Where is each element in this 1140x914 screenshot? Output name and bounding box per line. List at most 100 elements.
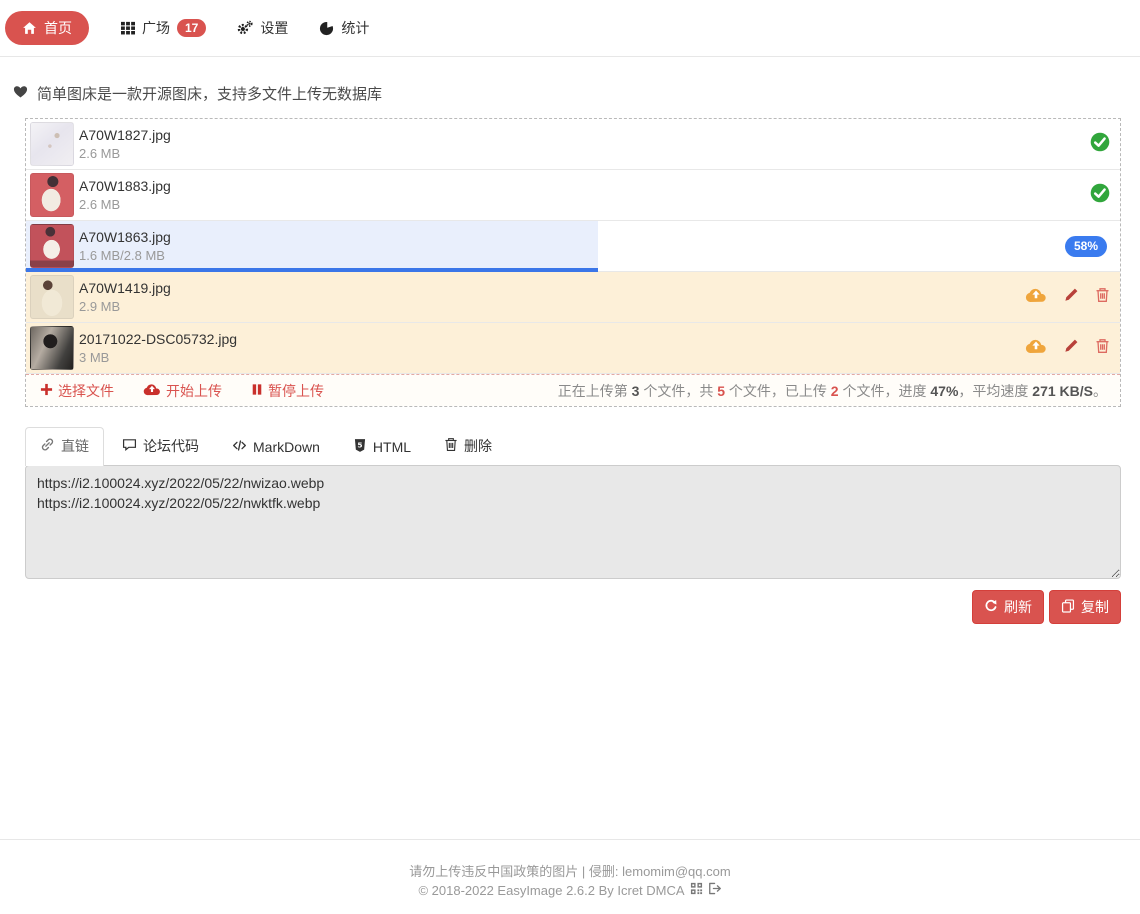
grid-icon bbox=[121, 21, 135, 35]
nav-item-settings[interactable]: 设置 bbox=[237, 18, 288, 38]
refresh-label: 刷新 bbox=[1004, 597, 1032, 617]
file-size: 2.9 MB bbox=[79, 298, 1025, 316]
pie-chart-icon bbox=[319, 21, 334, 36]
edit-pencil-icon[interactable] bbox=[1063, 287, 1079, 308]
file-size: 1.6 MB/2.8 MB bbox=[79, 247, 1065, 265]
tab-forum-code-label: 论坛代码 bbox=[143, 436, 199, 456]
status-segment: 个文件，进度 bbox=[839, 383, 931, 399]
file-name: A70W1419.jpg bbox=[79, 279, 1025, 298]
link-icon bbox=[40, 437, 55, 455]
delete-trash-icon[interactable] bbox=[1095, 338, 1110, 359]
file-size: 2.6 MB bbox=[79, 196, 1090, 214]
nav-plaza-label: 广场 bbox=[142, 18, 170, 38]
html5-icon: 5 bbox=[353, 438, 367, 456]
pause-upload-button[interactable]: 暂停上传 bbox=[251, 381, 324, 401]
pause-icon bbox=[251, 383, 263, 399]
svg-text:5: 5 bbox=[357, 441, 362, 450]
file-thumbnail[interactable] bbox=[30, 275, 74, 319]
status-segment: 。 bbox=[1093, 383, 1107, 399]
status-segment: 个文件，共 bbox=[639, 383, 717, 399]
qrcode-icon[interactable] bbox=[690, 881, 703, 900]
file-row-pending: A70W1419.jpg 2.9 MB bbox=[26, 272, 1120, 323]
upload-file-icon[interactable] bbox=[1025, 286, 1047, 308]
link-output-section: 直链 论坛代码 MarkDown 5 HTML 删除 https://i2.10… bbox=[25, 430, 1121, 624]
upload-dropzone: A70W1827.jpg 2.6 MB A70W1883.jpg 2.6 MB … bbox=[25, 118, 1121, 407]
footer-copyright-line: © 2018-2022 EasyImage 2.6.2 By Icret DMC… bbox=[0, 881, 1140, 900]
plus-icon bbox=[40, 383, 53, 399]
home-icon bbox=[22, 21, 37, 36]
tab-html[interactable]: 5 HTML bbox=[338, 429, 426, 465]
nav-home-label: 首页 bbox=[44, 18, 72, 38]
tab-direct-link-label: 直链 bbox=[61, 436, 89, 456]
output-tabbar: 直链 论坛代码 MarkDown 5 HTML 删除 bbox=[25, 430, 1121, 465]
upload-success-icon bbox=[1090, 183, 1110, 208]
status-total-files: 5 bbox=[717, 383, 725, 399]
refresh-icon bbox=[984, 599, 998, 616]
file-thumbnail[interactable] bbox=[30, 224, 74, 268]
file-row-pending: 20171022-DSC05732.jpg 3 MB bbox=[26, 323, 1120, 374]
nav-item-stats[interactable]: 统计 bbox=[319, 18, 369, 38]
start-upload-label: 开始上传 bbox=[166, 381, 222, 401]
choose-files-button[interactable]: 选择文件 bbox=[40, 381, 114, 401]
choose-files-label: 选择文件 bbox=[58, 381, 114, 401]
status-average-speed: 271 KB/S bbox=[1032, 383, 1093, 399]
file-name: A70W1863.jpg bbox=[79, 228, 1065, 247]
start-upload-button[interactable]: 开始上传 bbox=[143, 381, 222, 401]
status-uploaded-files: 2 bbox=[831, 383, 839, 399]
upload-toolbar: 选择文件 开始上传 暂停上传 正在上传第 3 个文件，共 5 个文件，已上传 2… bbox=[26, 374, 1120, 406]
edit-pencil-icon[interactable] bbox=[1063, 338, 1079, 359]
cloud-upload-icon bbox=[143, 382, 161, 399]
code-icon bbox=[232, 438, 247, 456]
footer: 请勿上传违反中国政策的图片 | 侵删: lemomim@qq.com © 201… bbox=[0, 839, 1140, 914]
file-size: 2.6 MB bbox=[79, 145, 1090, 163]
file-thumbnail[interactable] bbox=[30, 122, 74, 166]
file-row: A70W1827.jpg 2.6 MB bbox=[26, 119, 1120, 170]
status-segment: ，平均速度 bbox=[958, 383, 1032, 399]
copy-icon bbox=[1061, 599, 1075, 616]
tab-forum-code[interactable]: 论坛代码 bbox=[107, 427, 214, 465]
status-segment: 正在上传第 bbox=[558, 383, 632, 399]
file-thumbnail[interactable] bbox=[30, 173, 74, 217]
delete-trash-icon[interactable] bbox=[1095, 287, 1110, 308]
file-name: A70W1883.jpg bbox=[79, 177, 1090, 196]
plaza-count-badge: 17 bbox=[177, 19, 206, 37]
heart-icon bbox=[13, 84, 28, 103]
copy-button[interactable]: 复制 bbox=[1049, 590, 1121, 624]
tab-markdown-label: MarkDown bbox=[253, 439, 320, 455]
pause-upload-label: 暂停上传 bbox=[268, 381, 324, 401]
file-row: A70W1883.jpg 2.6 MB bbox=[26, 170, 1120, 221]
copy-label: 复制 bbox=[1081, 597, 1109, 617]
intro-line: 简单图床是一款开源图床，支持多文件上传无数据库 bbox=[13, 84, 1140, 102]
file-name: A70W1827.jpg bbox=[79, 126, 1090, 145]
navbar: 首页 广场 17 设置 统计 bbox=[0, 0, 1140, 57]
nav-settings-label: 设置 bbox=[260, 18, 288, 38]
comment-icon bbox=[122, 437, 137, 455]
tab-delete[interactable]: 删除 bbox=[429, 427, 507, 465]
tab-markdown[interactable]: MarkDown bbox=[217, 429, 335, 465]
tab-html-label: HTML bbox=[373, 439, 411, 455]
tab-delete-label: 删除 bbox=[464, 436, 492, 456]
file-thumbnail[interactable] bbox=[30, 326, 74, 370]
refresh-button[interactable]: 刷新 bbox=[972, 590, 1044, 624]
links-textarea[interactable]: https://i2.100024.xyz/2022/05/22/nwizao.… bbox=[25, 465, 1121, 579]
page: 首页 广场 17 设置 统计 简单图床是一款开源图床，支持多文件上传无数据库 A… bbox=[0, 0, 1140, 914]
trash-icon bbox=[444, 437, 458, 455]
file-size: 3 MB bbox=[79, 349, 1025, 367]
gear-icon bbox=[237, 20, 253, 36]
nav-item-plaza[interactable]: 广场 17 bbox=[121, 18, 206, 38]
footer-policy-line: 请勿上传违反中国政策的图片 | 侵删: lemomim@qq.com bbox=[0, 862, 1140, 881]
upload-status-text: 正在上传第 3 个文件，共 5 个文件，已上传 2 个文件，进度 47%，平均速… bbox=[558, 381, 1107, 401]
footer-copyright-text: © 2018-2022 EasyImage 2.6.2 By Icret DMC… bbox=[418, 881, 684, 900]
upload-progress-badge: 58% bbox=[1065, 236, 1107, 257]
upload-success-icon bbox=[1090, 132, 1110, 157]
nav-stats-label: 统计 bbox=[341, 18, 369, 38]
intro-text: 简单图床是一款开源图床，支持多文件上传无数据库 bbox=[37, 83, 382, 104]
file-name: 20171022-DSC05732.jpg bbox=[79, 330, 1025, 349]
status-segment: 个文件，已上传 bbox=[725, 383, 831, 399]
logout-icon[interactable] bbox=[708, 881, 722, 900]
upload-file-icon[interactable] bbox=[1025, 337, 1047, 359]
nav-item-home[interactable]: 首页 bbox=[5, 11, 89, 45]
file-row-uploading: A70W1863.jpg 1.6 MB/2.8 MB 58% bbox=[26, 221, 1120, 272]
tab-direct-link[interactable]: 直链 bbox=[25, 427, 104, 466]
status-progress-percent: 47% bbox=[930, 383, 958, 399]
